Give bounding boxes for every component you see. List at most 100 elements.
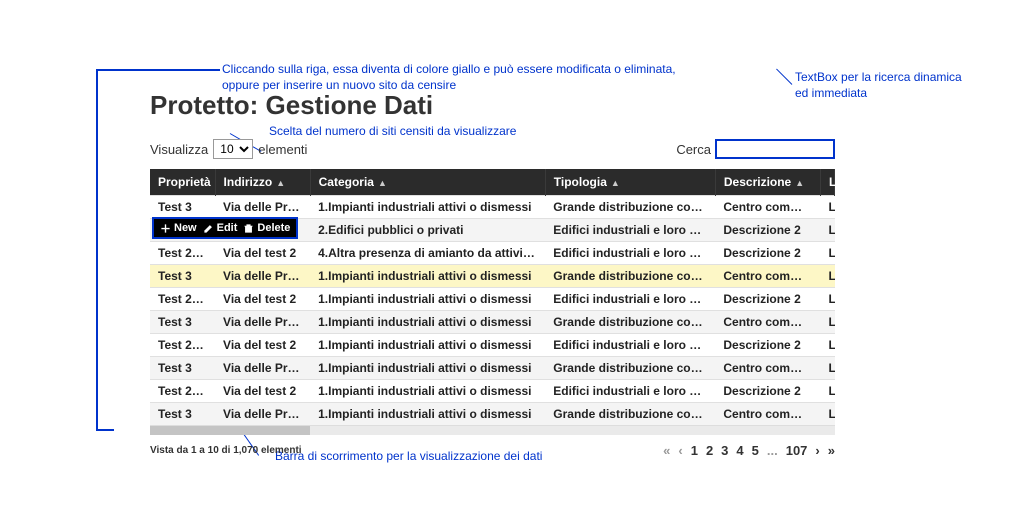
- pager-ellipsis: ...: [767, 443, 778, 458]
- table-cell: Descrizione 2: [715, 288, 820, 311]
- table-cell: L: [820, 311, 834, 334]
- table-cell: Via delle Provina: [215, 311, 310, 334]
- length-label-left: Visualizza: [150, 142, 208, 157]
- table-cell: Test 3: [150, 265, 215, 288]
- col-header-descrizione[interactable]: Descrizione▲: [715, 169, 820, 196]
- table-cell: Centro commerciale: [715, 357, 820, 380]
- trash-icon: [243, 223, 254, 234]
- table-cell: Via delle Provina: [215, 403, 310, 426]
- table-cell: L: [820, 219, 834, 242]
- table-cell: Edifici industriali e loro pertinenze: [545, 334, 715, 357]
- table-cell: Centro commerciale: [715, 311, 820, 334]
- table-cell: Edifici industriali e loro pertinenze: [545, 288, 715, 311]
- col-header-last[interactable]: L: [820, 169, 834, 196]
- pencil-icon: [203, 223, 214, 234]
- delete-button[interactable]: Delete: [243, 222, 290, 234]
- table-cell: Via delle Provina: [215, 265, 310, 288]
- table-cell: Via del test 2: [215, 242, 310, 265]
- table-row[interactable]: Test 3Via delle Provina1.Impianti indust…: [150, 357, 835, 380]
- table-cell: 1.Impianti industriali attivi o dismessi: [310, 357, 545, 380]
- table-cell: Via del test 2: [215, 334, 310, 357]
- table-cell: Edifici industriali e loro pertinenze: [545, 380, 715, 403]
- table-cell: Via del test 2: [215, 380, 310, 403]
- data-table: Proprietà▲ Indirizzo▲ Categoria▲ Tipolog…: [150, 169, 835, 425]
- scrollbar-thumb[interactable]: [150, 426, 310, 435]
- table-cell: Test 3: [150, 357, 215, 380]
- table-cell: 2.Edifici pubblici o privati: [310, 219, 545, 242]
- pager-first[interactable]: «: [663, 443, 670, 458]
- pager-page[interactable]: 5: [752, 443, 759, 458]
- table-cell: Centro commerciale: [715, 196, 820, 219]
- length-select[interactable]: 10: [213, 139, 253, 159]
- table-row[interactable]: Test 3Via delle Provina1.Impianti indust…: [150, 403, 835, 426]
- new-button[interactable]: New: [160, 222, 197, 234]
- page-title: Protetto: Gestione Dati: [150, 90, 835, 121]
- table-cell: 1.Impianti industriali attivi o dismessi: [310, 334, 545, 357]
- pager-page[interactable]: 1: [691, 443, 698, 458]
- length-label-right: elementi: [258, 142, 307, 157]
- pager-last[interactable]: »: [828, 443, 835, 458]
- table-header-row: Proprietà▲ Indirizzo▲ Categoria▲ Tipolog…: [150, 169, 835, 196]
- table-cell: Test 3: [150, 403, 215, 426]
- table-cell: Centro commerciale: [715, 403, 820, 426]
- pagination: « ‹ 1 2 3 4 5 ... 107 › »: [663, 443, 835, 458]
- pager-lastpage[interactable]: 107: [786, 443, 808, 458]
- table-cell: 1.Impianti industriali attivi o dismessi: [310, 265, 545, 288]
- page-container: Protetto: Gestione Dati Visualizza 10 el…: [150, 90, 835, 458]
- col-header-tipologia[interactable]: Tipologia▲: [545, 169, 715, 196]
- pager-page[interactable]: 2: [706, 443, 713, 458]
- table-row[interactable]: Test 2 sncVia del test 24.Altra presenza…: [150, 242, 835, 265]
- table-cell: L: [820, 403, 834, 426]
- table-cell: Test 3: [150, 311, 215, 334]
- row-toolbar: New Edit Delete: [152, 217, 298, 239]
- search-label: Cerca: [676, 142, 711, 157]
- table-row[interactable]: Test 3Via delle Provina1.Impianti indust…: [150, 265, 835, 288]
- horizontal-scrollbar[interactable]: [150, 425, 835, 435]
- table-cell: Test 2 snc: [150, 380, 215, 403]
- table-cell: Edifici industriali e loro pertinenze: [545, 242, 715, 265]
- pager-prev[interactable]: ‹: [678, 443, 682, 458]
- table-cell: Test 2 snc: [150, 288, 215, 311]
- table-cell: L: [820, 357, 834, 380]
- table-cell: Descrizione 2: [715, 242, 820, 265]
- table-cell: Test 2 snc: [150, 334, 215, 357]
- table-cell: Grande distribuzione commerciale: [545, 311, 715, 334]
- table-row[interactable]: Test 3Via delle Provina1.Impianti indust…: [150, 311, 835, 334]
- table-cell: 1.Impianti industriali attivi o dismessi: [310, 288, 545, 311]
- col-header-categoria[interactable]: Categoria▲: [310, 169, 545, 196]
- col-header-proprieta[interactable]: Proprietà▲: [150, 169, 215, 196]
- table-cell: L: [820, 265, 834, 288]
- table-cell: L: [820, 196, 834, 219]
- table-cell: 1.Impianti industriali attivi o dismessi: [310, 196, 545, 219]
- table-cell: Via delle Provina: [215, 196, 310, 219]
- table-cell: Centro commerciale: [715, 265, 820, 288]
- table-cell: Descrizione 2: [715, 380, 820, 403]
- table-row[interactable]: Test 2 sncVia del test 21.Impianti indus…: [150, 380, 835, 403]
- table-cell: Edifici industriali e loro pertinenze: [545, 219, 715, 242]
- table-row[interactable]: Test 2 sncVia del test 21.Impianti indus…: [150, 334, 835, 357]
- table-cell: Descrizione 2: [715, 219, 820, 242]
- table-info: Vista da 1 a 10 di 1,070 elementi: [150, 445, 302, 456]
- table-row[interactable]: Test 3Via delle Provina1.Impianti indust…: [150, 196, 835, 219]
- pager-page[interactable]: 4: [736, 443, 743, 458]
- plus-icon: [160, 223, 171, 234]
- search-input[interactable]: [715, 139, 835, 159]
- pager-page[interactable]: 3: [721, 443, 728, 458]
- table-cell: Via delle Provina: [215, 357, 310, 380]
- annotation-row-click: Cliccando sulla riga, essa diventa di co…: [222, 62, 782, 93]
- table-row[interactable]: Test 2 sncVia del test 21.Impianti indus…: [150, 288, 835, 311]
- table-cell: 4.Altra presenza di amianto da attività …: [310, 242, 545, 265]
- table-cell: Grande distribuzione commerciale: [545, 265, 715, 288]
- edit-button[interactable]: Edit: [203, 222, 238, 234]
- table-cell: L: [820, 334, 834, 357]
- table-cell: Grande distribuzione commerciale: [545, 196, 715, 219]
- table-cell: Test 3: [150, 196, 215, 219]
- table-cell: Via del test 2: [215, 288, 310, 311]
- table-cell: 1.Impianti industriali attivi o dismessi: [310, 380, 545, 403]
- table-cell: Descrizione 2: [715, 334, 820, 357]
- table-cell: 1.Impianti industriali attivi o dismessi: [310, 403, 545, 426]
- pager-next[interactable]: ›: [815, 443, 819, 458]
- table-cell: L: [820, 288, 834, 311]
- col-header-indirizzo[interactable]: Indirizzo▲: [215, 169, 310, 196]
- table-cell: L: [820, 242, 834, 265]
